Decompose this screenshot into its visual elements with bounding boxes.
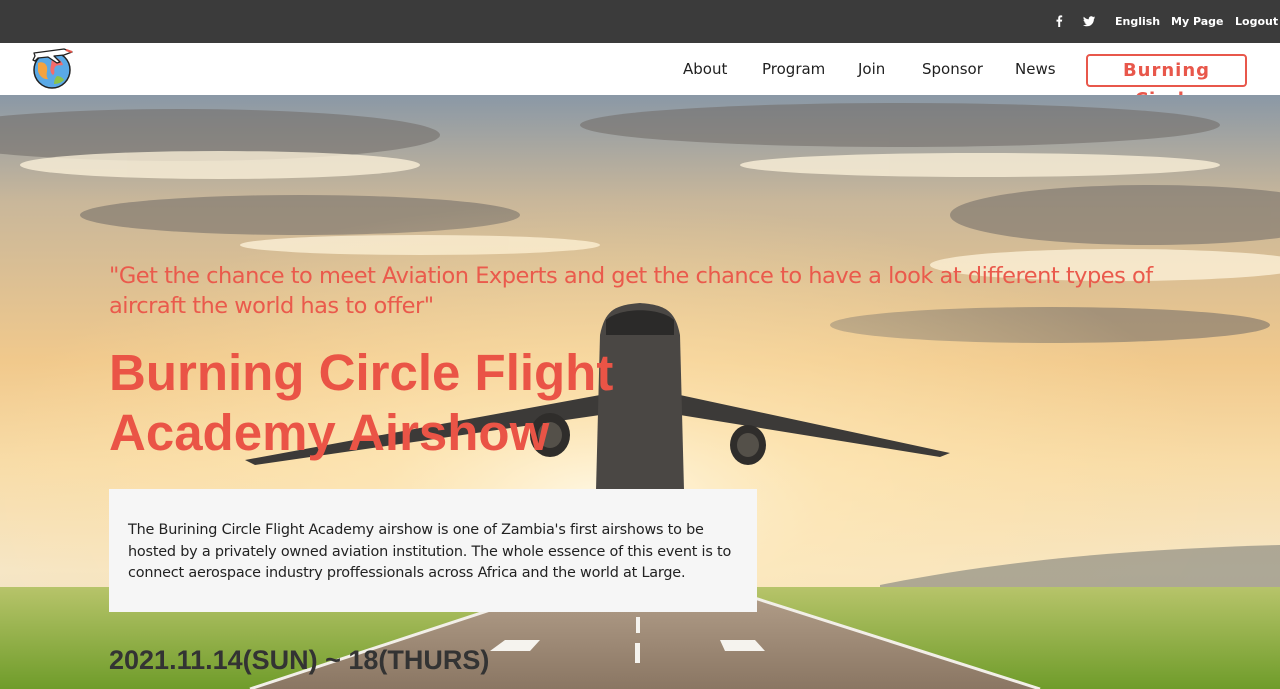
event-date: 2021.11.14(SUN) ~ 18(THURS) [109,645,490,675]
burning-circle-button[interactable]: Burning Circle [1086,54,1247,110]
hero-section: "Get the chance to meet Aviation Experts… [0,95,1280,689]
logout-link[interactable]: Logout [1235,14,1278,30]
facebook-icon[interactable] [1051,13,1067,29]
event-description-card: The Burining Circle Flight Academy airsh… [109,489,757,612]
hero-title: Burning Circle Flight Academy Airshow [109,343,809,463]
nav-about[interactable]: About [683,60,727,78]
globe-airplane-logo-icon[interactable] [30,43,78,91]
my-page-link[interactable]: My Page [1171,14,1223,30]
twitter-icon[interactable] [1081,13,1097,29]
nav-program[interactable]: Program [762,60,825,78]
nav-sponsor[interactable]: Sponsor [922,60,983,78]
language-link[interactable]: English [1115,14,1160,30]
nav-news[interactable]: News [1015,60,1056,78]
main-navbar: About Program Join Sponsor News Burning … [0,43,1280,110]
nav-join[interactable]: Join [858,60,885,78]
hero-title-line-2: Academy Airshow [109,404,550,461]
top-utility-bar: English My Page Logout [0,0,1280,43]
event-description-text: The Burining Circle Flight Academy airsh… [128,522,732,581]
hero-tagline: "Get the chance to meet Aviation Experts… [109,263,1153,319]
hero-title-line-1: Burning Circle Flight [109,344,614,401]
